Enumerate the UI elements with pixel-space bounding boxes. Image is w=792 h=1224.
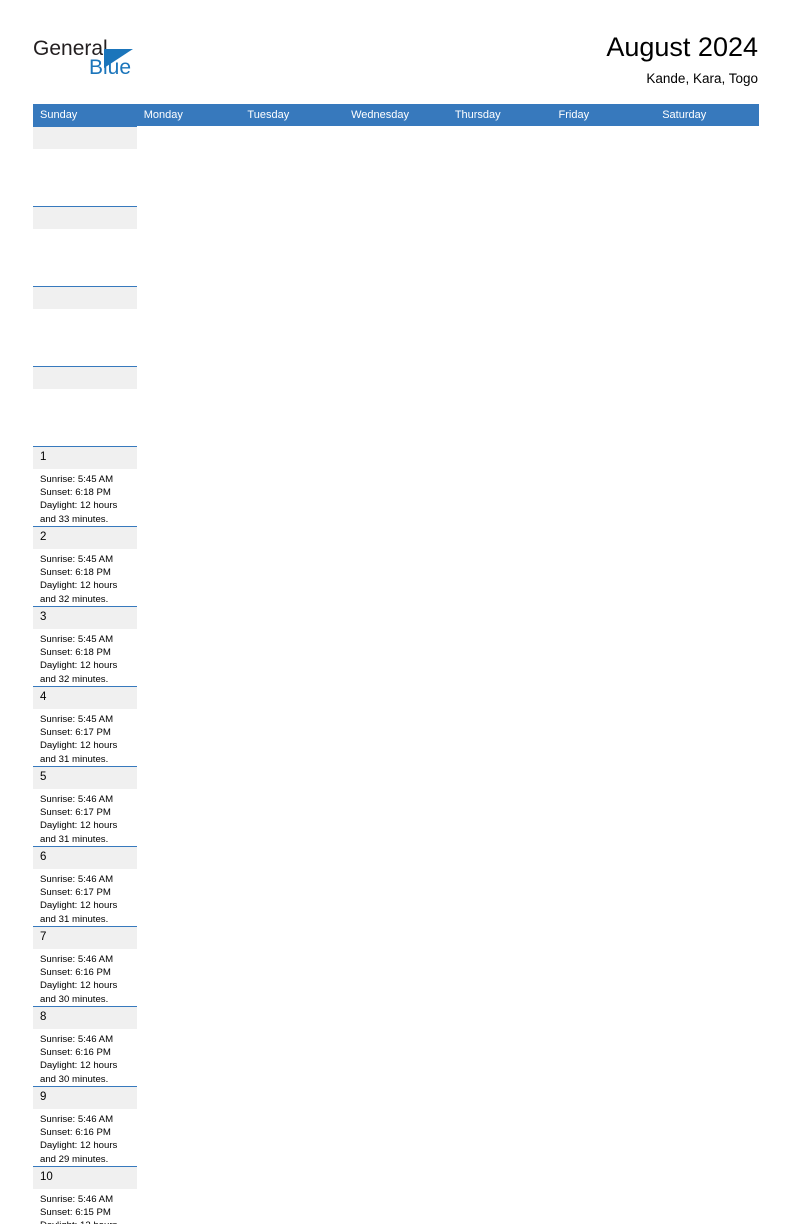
sunset-text: Sunset: 6:17 PM	[40, 807, 111, 819]
calendar-cell-empty	[33, 206, 137, 286]
logo-text-blue: Blue	[89, 56, 132, 79]
day-number: 9	[33, 1087, 137, 1109]
weekday-header-monday: Monday	[136, 104, 241, 126]
calendar-cell-empty	[33, 286, 137, 366]
sunrise-text: Sunrise: 5:46 AM	[40, 1194, 114, 1205]
calendar-day-cell[interactable]: 10 Sunrise: 5:46 AM Sunset: 6:15 PMDayligh…	[33, 1166, 137, 1224]
calendar-day-cell[interactable]: 2 Sunrise: 5:45 AM Sunset: 6:18 PM Daylight…	[33, 526, 137, 606]
page-header: General Blue August 2024 Kande, Kara, To…	[0, 0, 792, 104]
day-number: 2	[33, 527, 137, 549]
general-blue-logo[interactable]: General Blue	[33, 38, 193, 88]
sunset-text: Sunset: 6:16 PM	[40, 1127, 111, 1139]
weekday-header: Sunday Monday Tuesday Wednesday Thursday…	[33, 104, 759, 126]
page-subtitle: Kande, Kara, Togo	[646, 71, 758, 86]
weekday-header-tuesday: Tuesday	[240, 104, 345, 126]
sunset-text: Sunset: 6:18 PM	[40, 487, 111, 499]
sunrise-text: Sunrise: 5:45 AM	[40, 714, 114, 725]
sunrise-text: Sunrise: 5:46 AM	[40, 874, 114, 885]
day-details: Sunrise: 5:46 AM Sunset: 6:17 PM Daylight:…	[33, 869, 137, 926]
daylight-text: Daylight: 12 hours and 30 minutes.	[40, 980, 118, 1005]
day-details: Sunrise: 5:46 AM Sunset: 6:16 PM Daylight:…	[33, 949, 137, 1006]
day-number: 10	[33, 1167, 137, 1189]
daylight-text: Daylight: 12 hours and 33 minutes.	[40, 500, 118, 525]
calendar-body: 1 Sunrise: 5:45 AM Sunset: 6:18 PM Daylight…	[33, 126, 759, 1224]
day-number: 6	[33, 847, 137, 869]
day-number: 4	[33, 687, 137, 709]
sunrise-text: Sunrise: 5:45 AM	[40, 634, 114, 645]
weekday-header-thursday: Thursday	[447, 104, 552, 126]
day-number	[33, 287, 137, 309]
sunset-text: Sunset: 6:16 PM	[40, 967, 111, 979]
calendar-cell-empty	[33, 126, 137, 206]
weekday-header-friday: Friday	[551, 104, 656, 126]
sunrise-text: Sunrise: 5:45 AM	[40, 474, 114, 485]
sunrise-text: Sunrise: 5:46 AM	[40, 794, 114, 805]
calendar-week-row: 4 Sunrise: 5:45 AM Sunset: 6:17 PM Daylight…	[33, 686, 759, 1224]
day-details: Sunrise: 5:46 AM Sunset: 6:15 PMDaylight:…	[33, 1189, 137, 1224]
sunset-text: Sunset: 6:17 PM	[40, 727, 111, 739]
sunrise-text: Sunrise: 5:46 AM	[40, 1034, 114, 1045]
daylight-text: Daylight: 12 hours and 30 minutes.	[40, 1060, 118, 1085]
calendar-day-cell[interactable]: 3 Sunrise: 5:45 AM Sunset: 6:18 PM Daylight…	[33, 606, 137, 686]
day-details: Sunrise: 5:46 AM Sunset: 6:16 PM Daylight:…	[33, 1109, 137, 1166]
title-block: August 2024 Kande, Kara, Togo	[606, 30, 758, 89]
sunrise-text: Sunrise: 5:46 AM	[40, 954, 114, 965]
calendar-day-cell[interactable]: 5 Sunrise: 5:46 AM Sunset: 6:17 PM Daylight…	[33, 766, 137, 846]
day-details: Sunrise: 5:45 AM Sunset: 6:18 PM Daylight:…	[33, 549, 137, 606]
day-details: Sunrise: 5:46 AM Sunset: 6:16 PM Daylight:…	[33, 1029, 137, 1086]
sunset-text: Sunset: 6:18 PM	[40, 647, 111, 659]
calendar-day-cell[interactable]: 4 Sunrise: 5:45 AM Sunset: 6:17 PM Daylight…	[33, 686, 137, 766]
calendar-day-cell[interactable]: 9 Sunrise: 5:46 AM Sunset: 6:16 PM Daylight…	[33, 1086, 137, 1166]
calendar-day-cell[interactable]: 1 Sunrise: 5:45 AM Sunset: 6:18 PM Daylight…	[33, 446, 137, 526]
calendar-week-row: 1 Sunrise: 5:45 AM Sunset: 6:18 PM Daylight…	[33, 126, 759, 686]
calendar-day-cell[interactable]: 8 Sunrise: 5:46 AM Sunset: 6:16 PM Daylight…	[33, 1006, 137, 1086]
sunrise-text: Sunrise: 5:45 AM	[40, 554, 114, 565]
weekday-header-wednesday: Wednesday	[344, 104, 448, 126]
day-number: 8	[33, 1007, 137, 1029]
day-number: 1	[33, 447, 137, 469]
daylight-text: Daylight: 12 hours and 31 minutes.	[40, 900, 118, 925]
day-number	[33, 207, 137, 229]
day-number: 3	[33, 607, 137, 629]
calendar-grid: Sunday Monday Tuesday Wednesday Thursday…	[33, 104, 759, 1224]
day-details: Sunrise: 5:45 AM Sunset: 6:17 PM Daylight:…	[33, 709, 137, 766]
weekday-header-saturday: Saturday	[655, 104, 759, 126]
daylight-text: Daylight: 12 hours and 32 minutes.	[40, 580, 118, 605]
calendar-day-cell[interactable]: 7 Sunrise: 5:46 AM Sunset: 6:16 PM Daylight…	[33, 926, 137, 1006]
day-details: Sunrise: 5:45 AM Sunset: 6:18 PM Daylight:…	[33, 629, 137, 686]
calendar-day-cell[interactable]: 6 Sunrise: 5:46 AM Sunset: 6:17 PM Daylight…	[33, 846, 137, 926]
daylight-text: Daylight: 12 hours and 31 minutes.	[40, 740, 118, 765]
calendar-header-row: Sunday Monday Tuesday Wednesday Thursday…	[33, 104, 759, 126]
day-number	[33, 127, 137, 149]
sunset-text: Sunset: 6:15 PM	[40, 1207, 111, 1219]
day-number: 5	[33, 767, 137, 789]
daylight-text: Daylight: 12 hours and 32 minutes.	[40, 660, 118, 685]
daylight-text: Daylight: 12 hours and 29 minutes.	[40, 1140, 118, 1165]
sunset-text: Sunset: 6:18 PM	[40, 567, 111, 579]
sunset-text: Sunset: 6:16 PM	[40, 1047, 111, 1059]
daylight-text: Daylight: 12 hours and 29 minutes.	[40, 1219, 132, 1224]
weekday-header-sunday: Sunday	[33, 104, 137, 126]
daylight-text: Daylight: 12 hours and 31 minutes.	[40, 820, 118, 845]
day-number	[33, 367, 137, 389]
calendar-page: General Blue August 2024 Kande, Kara, To…	[0, 0, 792, 1224]
day-details: Sunrise: 5:45 AM Sunset: 6:18 PM Daylight:…	[33, 469, 137, 526]
sunset-text: Sunset: 6:17 PM	[40, 887, 111, 899]
page-title: August 2024	[606, 32, 758, 62]
day-number: 7	[33, 927, 137, 949]
sunrise-text: Sunrise: 5:46 AM	[40, 1114, 114, 1125]
day-details: Sunrise: 5:46 AM Sunset: 6:17 PM Daylight:…	[33, 789, 137, 846]
calendar-cell-empty	[33, 366, 137, 446]
